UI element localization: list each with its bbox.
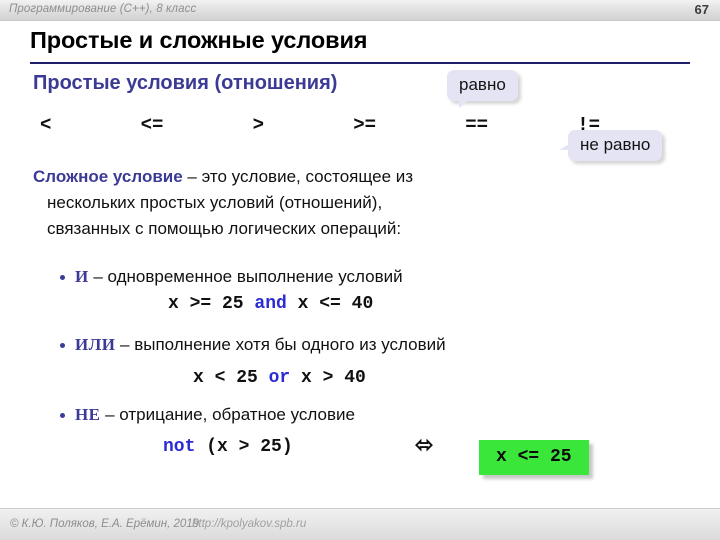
code-or-keyword: or — [268, 368, 291, 388]
operator-equal-equal: == — [465, 114, 488, 136]
code-and-after: x <= 40 — [286, 294, 374, 314]
slide-footer-bar: © К.Ю. Поляков, Е.А. Ерёмин, 2019 http:/… — [0, 508, 720, 540]
code-line-and: x >= 25 and x <= 40 — [168, 294, 373, 314]
footer-url[interactable]: http://kpolyakov.spb.ru — [192, 518, 306, 530]
code-not-after: (x > 25) — [195, 437, 293, 457]
operator-less-equal: <= — [140, 114, 164, 136]
simple-conditions-heading: Простые условия (отношения) — [33, 72, 338, 94]
bullet-item-not: НЕ – отрицание, обратное условие — [58, 404, 678, 426]
bullet-text-not: НЕ – отрицание, обратное условие — [58, 404, 678, 426]
bullet-item-and: И – одновременное выполнение условий — [58, 266, 678, 288]
bullet-desc-and: – одновременное выполнение условий — [88, 267, 403, 286]
callout-tail-icon — [559, 143, 571, 150]
code-not-keyword: not — [163, 437, 196, 457]
slide: Программирование (C++), 8 класс 67 Прост… — [0, 0, 720, 540]
operators-row: < <= > >= == != — [40, 114, 600, 136]
operator-less: < — [40, 114, 52, 136]
bullet-keyword-not: НЕ — [75, 405, 101, 424]
bullet-keyword-or: ИЛИ — [75, 335, 116, 354]
callout-equal-label: равно — [459, 75, 506, 94]
callout-not-equal: не равно — [559, 130, 663, 161]
bullet-keyword-and: И — [75, 267, 89, 286]
code-or-before: x < 25 — [193, 368, 269, 388]
callout-tail-icon — [459, 100, 469, 108]
page-title: Простые и сложные условия — [30, 27, 368, 53]
complex-condition-line3: связанных с помощью логических операций: — [47, 219, 402, 238]
code-line-or: x < 25 or x > 40 — [193, 368, 366, 388]
callout-equal: равно — [447, 70, 518, 108]
operator-greater-equal: >= — [353, 114, 376, 136]
complex-condition-line1: – это условие, состоящее из — [182, 167, 414, 186]
title-divider — [30, 62, 690, 64]
bullet-desc-or: – выполнение хотя бы одного из условий — [115, 335, 446, 354]
code-and-before: x >= 25 — [168, 294, 255, 314]
footer-copyright: © К.Ю. Поляков, Е.А. Ерёмин, 2019 — [10, 518, 200, 530]
callout-not-equal-label: не равно — [580, 135, 651, 154]
complex-condition-definition: Сложное условие – это условие, состоящее… — [33, 164, 653, 242]
code-or-after: x > 40 — [290, 368, 366, 388]
code-line-not: not (x > 25) — [163, 437, 293, 457]
course-title: Программирование (C++), 8 класс — [9, 3, 197, 15]
equivalence-arrow-icon: ⬄ — [415, 432, 434, 457]
bullet-text-or: ИЛИ – выполнение хотя бы одного из услов… — [58, 334, 678, 356]
bullet-text-and: И – одновременное выполнение условий — [58, 266, 678, 288]
complex-condition-term: Сложное условие — [33, 167, 183, 186]
bullet-desc-not: – отрицание, обратное условие — [100, 405, 355, 424]
complex-condition-line2: нескольких простых условий (отношений), — [47, 193, 383, 212]
slide-header-bar: Программирование (C++), 8 класс 67 — [0, 0, 720, 21]
page-number: 67 — [694, 2, 709, 17]
code-and-keyword: and — [254, 294, 287, 314]
result-box: x <= 25 — [479, 440, 589, 475]
operator-greater: > — [252, 114, 264, 136]
bullet-item-or: ИЛИ – выполнение хотя бы одного из услов… — [58, 334, 678, 356]
